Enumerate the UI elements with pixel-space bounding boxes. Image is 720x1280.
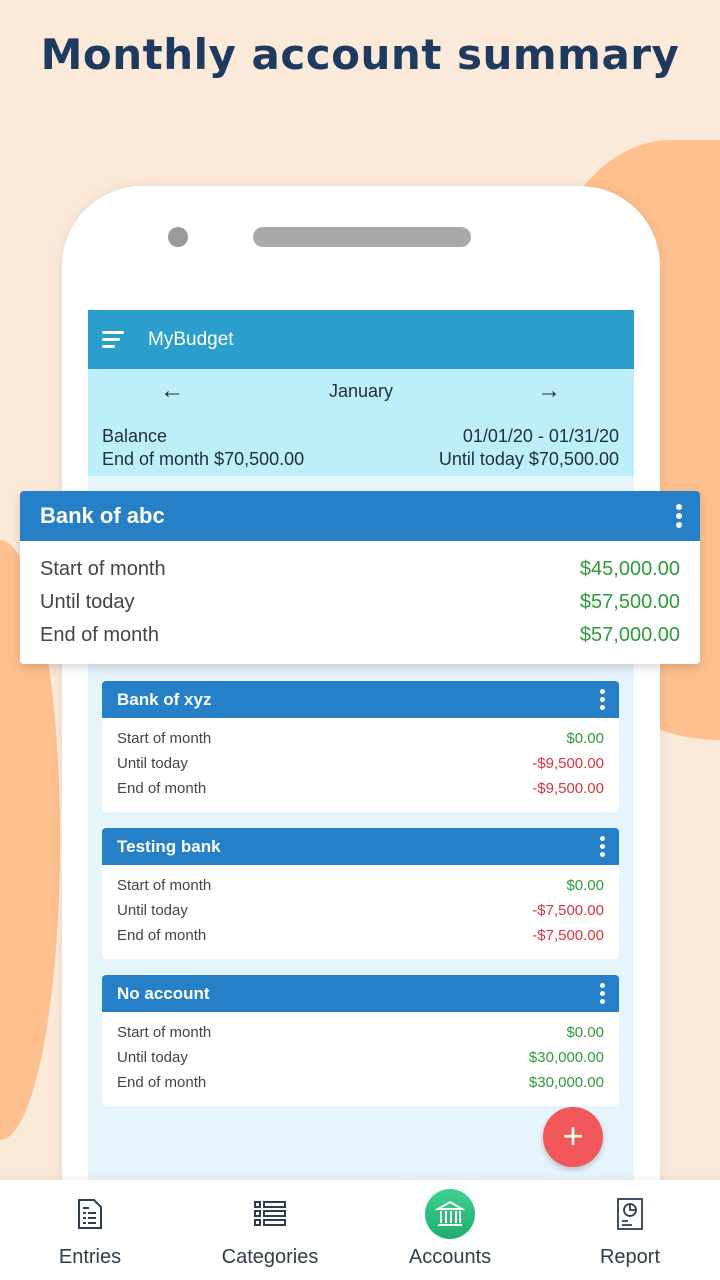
- account-body: Start of month $0.00 Until today -$7,500.00…: [102, 865, 619, 959]
- nav-categories[interactable]: Categories: [180, 1180, 360, 1280]
- row-value: -$7,500.00: [532, 902, 604, 919]
- account-body: Start of month $0.00 Until today -$9,500.00…: [102, 718, 619, 812]
- add-button[interactable]: +: [543, 1107, 603, 1167]
- menu-icon[interactable]: [102, 327, 126, 352]
- account-row: End of month $30,000.00: [117, 1074, 604, 1099]
- account-body: Start of month $45,000.00 Until today $57,5…: [20, 541, 700, 657]
- row-label: Until today: [117, 1049, 188, 1066]
- account-row: Until today $30,000.00: [117, 1049, 604, 1074]
- row-value: -$9,500.00: [532, 780, 604, 797]
- row-value: $0.00: [566, 730, 604, 747]
- row-value: $57,000.00: [579, 624, 680, 646]
- report-icon: [617, 1198, 643, 1230]
- row-label: Start of month: [40, 558, 166, 580]
- account-name: Bank of xyz: [117, 689, 212, 709]
- row-label: End of month: [117, 927, 207, 944]
- balance-label: Balance: [102, 426, 168, 446]
- until-today-total: Until today $70,500.00: [438, 449, 619, 469]
- more-options-icon[interactable]: [600, 689, 605, 710]
- row-value: $30,000.00: [528, 1049, 604, 1066]
- account-row: End of month -$7,500.00: [117, 927, 604, 952]
- document-icon: [78, 1199, 102, 1229]
- account-row: End of month $57,000.00: [40, 624, 680, 657]
- bottom-nav: Entries Categories Accounts Report: [0, 1180, 720, 1280]
- list-icon: [254, 1201, 286, 1226]
- account-header: Bank of abc: [20, 491, 700, 541]
- nav-label: Entries: [58, 1246, 122, 1268]
- period-panel: ← January → Balance End of month $70,500…: [88, 369, 634, 476]
- row-label: Until today: [40, 591, 135, 613]
- account-row: Until today -$7,500.00: [117, 902, 604, 927]
- row-value: $30,000.00: [528, 1074, 604, 1091]
- row-label: Start of month: [117, 730, 212, 747]
- arrow-right-icon[interactable]: →: [537, 377, 561, 405]
- nav-label: Report: [599, 1246, 661, 1268]
- speaker: [253, 227, 471, 247]
- bank-icon: [435, 1200, 465, 1226]
- account-row: Start of month $0.00: [117, 877, 604, 902]
- row-value: $0.00: [566, 1024, 604, 1041]
- row-label: Start of month: [117, 877, 212, 894]
- date-range: 01/01/20 - 01/31/20: [462, 426, 619, 446]
- account-row: Until today -$9,500.00: [117, 755, 604, 780]
- app-bar: MyBudget: [88, 310, 634, 369]
- account-card[interactable]: Bank of abc Start of month $45,000.00 Until…: [20, 491, 700, 664]
- account-body: Start of month $0.00 Until today $30,000.00…: [102, 1012, 619, 1106]
- row-label: End of month: [117, 1074, 207, 1091]
- balance-right: 01/01/20 - 01/31/20 Until today $70,500.…: [439, 425, 619, 471]
- account-row: Start of month $45,000.00: [40, 558, 680, 591]
- row-value: $0.00: [566, 877, 604, 894]
- account-row: Start of month $0.00: [117, 730, 604, 755]
- active-indicator: [425, 1189, 475, 1239]
- account-row: Start of month $0.00: [117, 1024, 604, 1049]
- account-row: Until today $57,500.00: [40, 591, 680, 624]
- account-header: No account: [102, 975, 619, 1012]
- headline: Monthly account summary: [40, 30, 680, 79]
- nav-label: Accounts: [408, 1246, 492, 1268]
- row-label: End of month: [117, 780, 207, 797]
- account-card[interactable]: No account Start of month $0.00 Until today…: [102, 975, 619, 1106]
- row-label: End of month: [40, 624, 159, 646]
- row-value: -$7,500.00: [532, 927, 604, 944]
- account-name: Testing bank: [117, 836, 221, 856]
- more-options-icon[interactable]: [676, 504, 682, 528]
- more-options-icon[interactable]: [600, 836, 605, 857]
- account-header: Testing bank: [102, 828, 619, 865]
- balance-left: Balance End of month $70,500.00: [102, 425, 304, 471]
- app-title: MyBudget: [148, 328, 234, 350]
- account-header: Bank of xyz: [102, 681, 619, 718]
- row-label: Until today: [117, 902, 188, 919]
- account-name: Bank of abc: [40, 503, 165, 528]
- more-options-icon[interactable]: [600, 983, 605, 1004]
- account-name: No account: [117, 983, 210, 1003]
- nav-report[interactable]: Report: [540, 1180, 720, 1280]
- row-label: Until today: [117, 755, 188, 772]
- account-card[interactable]: Bank of xyz Start of month $0.00 Until toda…: [102, 681, 619, 812]
- row-label: Start of month: [117, 1024, 212, 1041]
- account-card[interactable]: Testing bank Start of month $0.00 Until tod…: [102, 828, 619, 959]
- row-value: $57,500.00: [579, 591, 680, 613]
- nav-entries[interactable]: Entries: [0, 1180, 180, 1280]
- account-row: End of month -$9,500.00: [117, 780, 604, 805]
- nav-label: Categories: [221, 1246, 319, 1268]
- nav-accounts[interactable]: Accounts: [360, 1180, 540, 1280]
- camera: [168, 227, 188, 247]
- end-of-month-total: End of month $70,500.00: [102, 449, 305, 469]
- row-value: $45,000.00: [579, 558, 680, 580]
- row-value: -$9,500.00: [532, 755, 604, 772]
